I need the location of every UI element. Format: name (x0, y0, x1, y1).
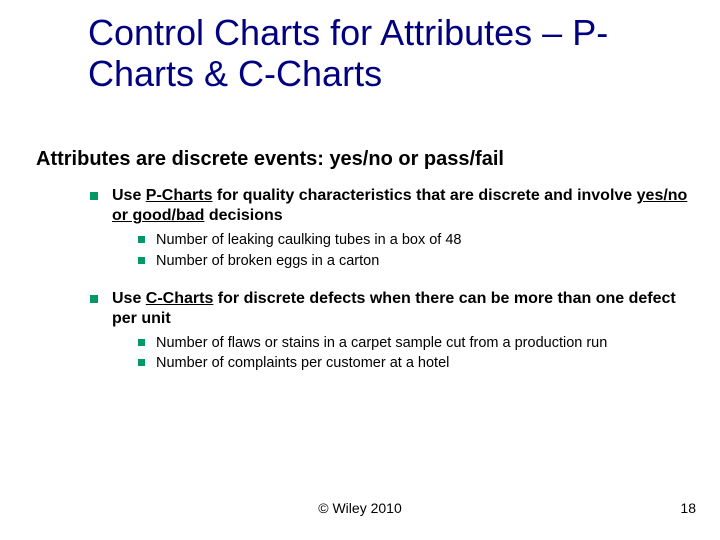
sub-bullet: Number of flaws or stains in a carpet sa… (136, 334, 688, 353)
content-area: Use P-Charts for quality characteristics… (88, 186, 688, 391)
sub-bullet: Number of complaints per customer at a h… (136, 354, 688, 373)
slide: Control Charts for Attributes – P-Charts… (0, 0, 720, 540)
bullet-pcharts: Use P-Charts for quality characteristics… (88, 186, 688, 271)
text: Use (112, 290, 146, 307)
text: Use (112, 187, 146, 204)
page-number: 18 (680, 500, 696, 516)
bullet-ccharts: Use C-Charts for discrete defects when t… (88, 289, 688, 374)
sub-list: Number of leaking caulking tubes in a bo… (112, 231, 688, 271)
slide-title: Control Charts for Attributes – P-Charts… (88, 12, 688, 95)
sub-list: Number of flaws or stains in a carpet sa… (112, 334, 688, 374)
text-underline: C-Charts (146, 290, 214, 307)
footer-copyright: © Wiley 2010 (0, 500, 720, 516)
text-underline: P-Charts (146, 187, 213, 204)
intro-line: Attributes are discrete events: yes/no o… (36, 148, 696, 171)
text: for quality characteristics that are dis… (212, 187, 636, 204)
sub-bullet: Number of leaking caulking tubes in a bo… (136, 231, 688, 250)
text: decisions (204, 207, 282, 224)
sub-bullet: Number of broken eggs in a carton (136, 252, 688, 271)
